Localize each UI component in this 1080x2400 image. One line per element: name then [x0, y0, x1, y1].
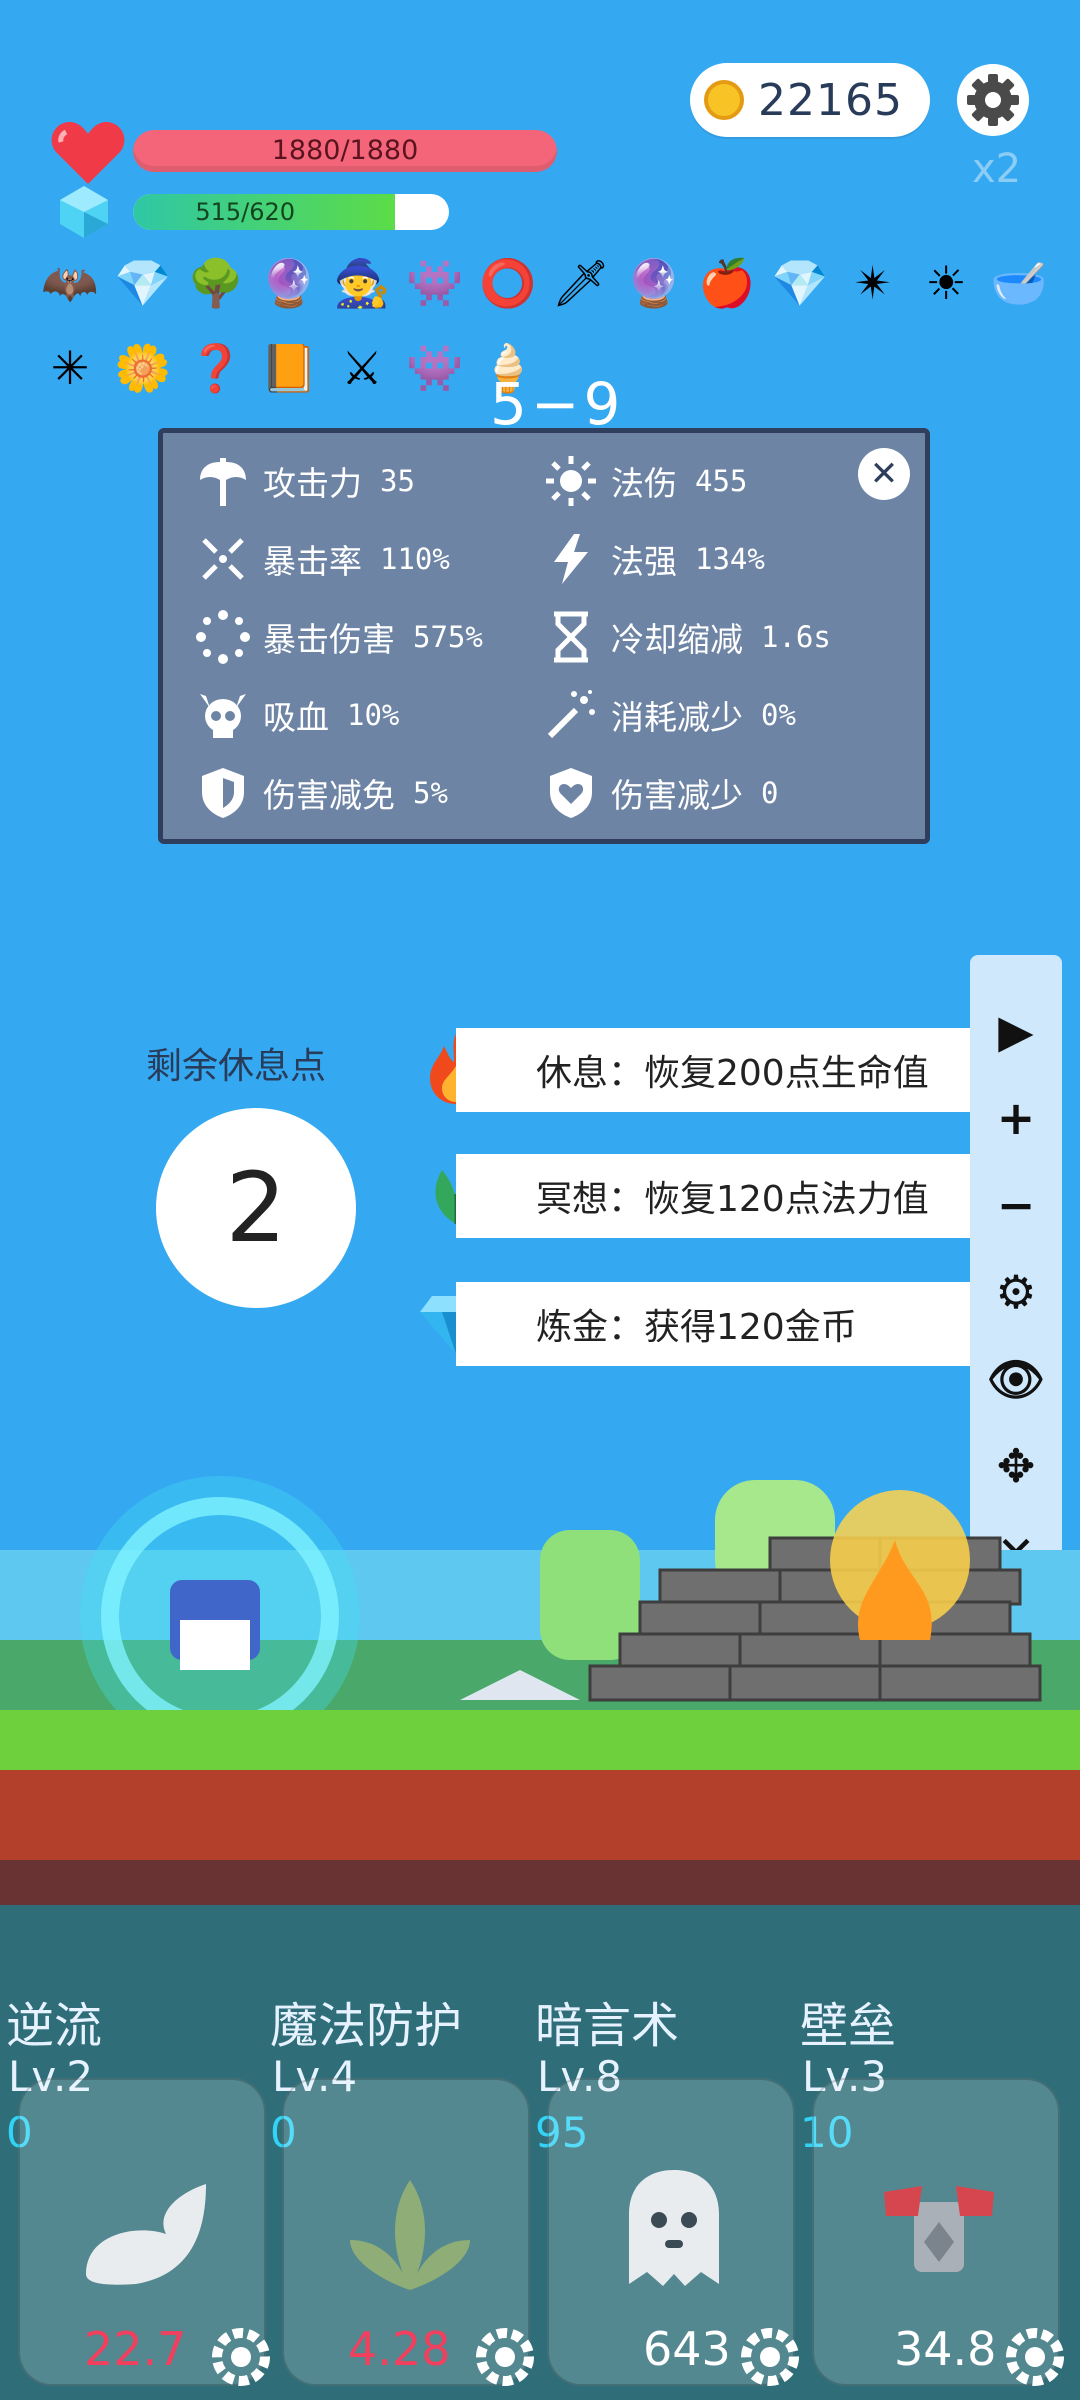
crystal-ball-icon[interactable]: 🔮	[259, 253, 319, 313]
shield-ring-icon[interactable]: ⭕	[478, 253, 538, 313]
ghost-icon	[629, 2170, 719, 2286]
circle-dots-icon	[195, 609, 251, 665]
skill-name: 逆流	[6, 1998, 103, 2054]
mp-text: 515/620	[195, 198, 296, 226]
diamond-icon[interactable]: 💎	[113, 253, 173, 313]
scene-decor	[0, 1476, 1080, 1730]
tree-icon[interactable]: 🌳	[186, 253, 246, 313]
heart-icon	[51, 122, 125, 184]
skill-value: 643	[643, 2322, 731, 2376]
diamond-icon[interactable]: 💎	[770, 253, 830, 313]
flower-icon[interactable]: 🌼	[113, 338, 173, 398]
stat-damage-reduction-flat: 伤害减少 0	[543, 765, 778, 821]
crystal-ball-icon[interactable]: 🔮	[624, 253, 684, 313]
rest-points-counter: 2	[156, 1108, 356, 1308]
close-icon: ✕	[869, 454, 899, 494]
stat-magic-power: 法强 134%	[543, 531, 765, 587]
stat-cost-reduction: 消耗减少 0%	[543, 687, 796, 743]
items-row-1: 🦇 💎 🌳 🔮 🧙 👾 ⭕ 🗡 🔮 🍎 💎 ✴ ☀ 🥣	[40, 253, 1049, 313]
wand-icon	[543, 687, 599, 743]
gear-icon: ⚙	[995, 1265, 1037, 1319]
apple-icon[interactable]: 🍎	[697, 253, 757, 313]
skill-card-1[interactable]: 22.7	[18, 2078, 270, 2386]
stat-crit-rate: 暴击率 110%	[195, 531, 450, 587]
hp-bar: 1880/1880	[133, 130, 557, 172]
play-icon: ▶	[998, 1004, 1034, 1058]
rest-points-label: 剩余休息点	[146, 1046, 327, 1087]
skull-icon	[195, 687, 251, 743]
crit-icon	[195, 531, 251, 587]
spiked-mace-icon[interactable]: ✳	[40, 338, 100, 398]
settings-button[interactable]	[955, 62, 1031, 138]
hourglass-icon	[543, 609, 599, 665]
toolbar-settings-button[interactable]: ⚙	[970, 1262, 1062, 1322]
ground-dark	[0, 1860, 1080, 1905]
mana-gem-icon	[60, 186, 108, 238]
gear-icon	[476, 2328, 534, 2386]
wing-icon	[86, 2184, 206, 2285]
plus-icon: +	[996, 1091, 1036, 1145]
gear-icon	[212, 2328, 270, 2386]
rest-option-heal[interactable]: 休息：恢复200点生命值	[456, 1028, 996, 1112]
eye-button[interactable]: 👁	[970, 1349, 1062, 1409]
items-row-2: ✳ 🌼 ❓ 📙 ⚔ 👾 🍦	[40, 338, 538, 398]
gear-icon	[957, 64, 1029, 136]
lightning-icon	[543, 531, 599, 587]
skill-name: 暗言术	[535, 1998, 680, 2054]
skill-card-3[interactable]: 643	[547, 2078, 799, 2386]
stat-cooldown: 冷却缩减 1.6s	[543, 609, 831, 665]
skill-value: 22.7	[84, 2322, 187, 2376]
gear-icon	[1006, 2328, 1064, 2386]
shield-icon	[195, 765, 251, 821]
stat-damage-reduction-pct: 伤害减免 5%	[195, 765, 448, 821]
dagger-icon[interactable]: 🗡	[551, 253, 611, 313]
green-slime-icon[interactable]: 👾	[405, 253, 465, 313]
axe-icon	[195, 453, 251, 509]
stats-panel: 攻击力 35 法伤 455 暴击率 110% 法强 134% 暴击伤害 575%…	[158, 428, 930, 844]
bat-icon[interactable]: 🦇	[40, 253, 100, 313]
skill-name: 壁垒	[800, 1998, 897, 2054]
green-slime-icon[interactable]: 👾	[405, 338, 465, 398]
coin-icon	[704, 80, 744, 120]
hp-text: 1880/1880	[271, 135, 419, 166]
skill-name: 魔法防护	[270, 1998, 463, 2054]
speed-multiplier[interactable]: x2	[972, 146, 1021, 192]
sun-icon	[543, 453, 599, 509]
plus-button[interactable]: +	[970, 1088, 1062, 1148]
minus-button[interactable]: −	[970, 1175, 1062, 1235]
leaf-icon	[350, 2180, 470, 2290]
stat-crit-damage: 暴击伤害 575%	[195, 609, 483, 665]
eye-icon: 👁	[986, 1351, 1046, 1406]
rest-option-alchemy[interactable]: 炼金：获得120金币	[456, 1282, 996, 1366]
skill-card-2[interactable]: 4.28	[282, 2078, 534, 2386]
armor-icon	[884, 2186, 994, 2272]
coin-counter: 22165	[690, 63, 930, 137]
stat-lifesteal: 吸血 10%	[195, 687, 399, 743]
wizard-hat-icon[interactable]: 🧙	[332, 253, 392, 313]
rest-option-meditate[interactable]: 冥想：恢复120点法力值	[456, 1154, 996, 1238]
stat-magic-damage: 法伤 455	[543, 453, 747, 509]
sword-icon[interactable]: ⚔	[332, 338, 392, 398]
skill-value: 34.8	[894, 2322, 997, 2376]
skill-value: 4.28	[348, 2322, 451, 2376]
gear-icon	[741, 2328, 799, 2386]
stats-close-button[interactable]: ✕	[858, 448, 910, 500]
skill-card-4[interactable]: 34.8	[812, 2078, 1064, 2386]
book-icon[interactable]: 📙	[259, 338, 319, 398]
stat-attack: 攻击力 35	[195, 453, 415, 509]
ground-grass	[0, 1710, 1080, 1770]
play-button[interactable]: ▶	[970, 1001, 1062, 1061]
heart-shield-icon	[543, 765, 599, 821]
coin-amount: 22165	[758, 74, 903, 126]
mp-bar: 515/620	[133, 194, 449, 230]
mortar-icon[interactable]: 🥣	[989, 253, 1049, 313]
spiked-ball-icon[interactable]: ✴	[843, 253, 903, 313]
hook-icon[interactable]: ❓	[186, 338, 246, 398]
minus-icon: −	[996, 1178, 1036, 1232]
sun-icon[interactable]: ☀	[916, 253, 976, 313]
